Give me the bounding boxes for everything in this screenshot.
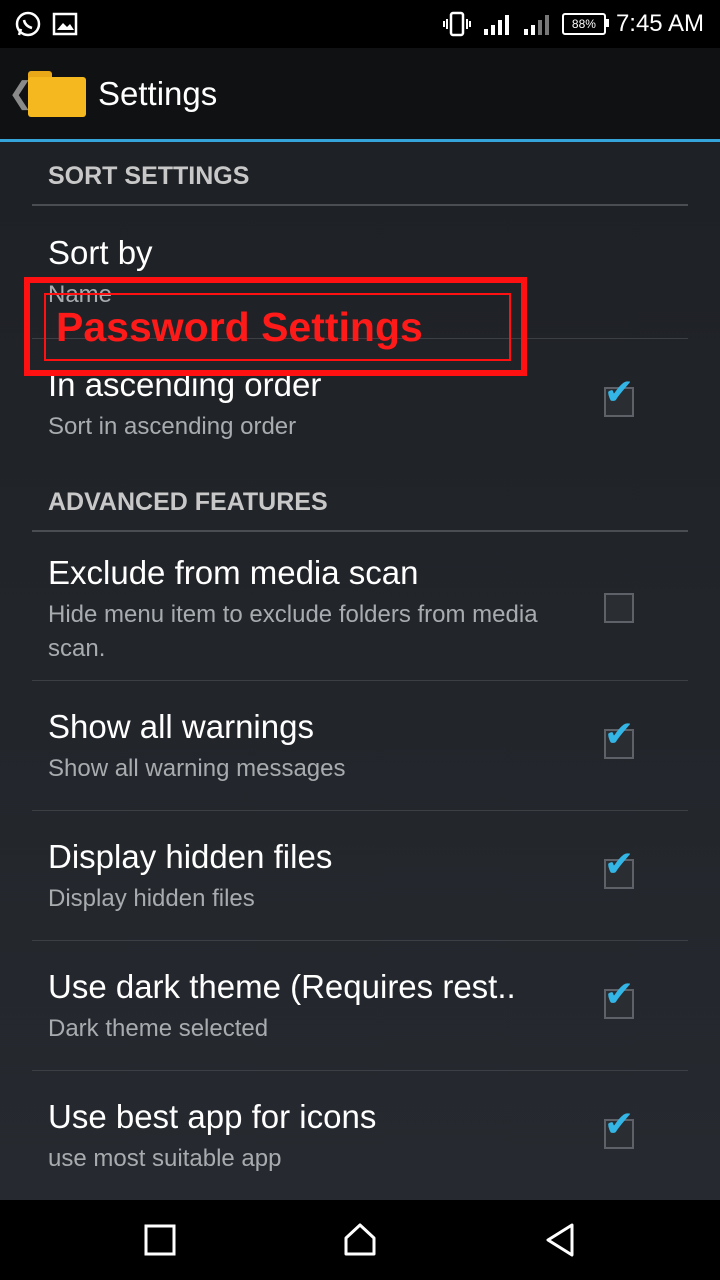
signal-icon xyxy=(483,15,509,35)
vibrate-icon xyxy=(442,11,471,37)
navigation-bar xyxy=(0,1200,720,1280)
checkbox-show-warnings[interactable]: ✔ xyxy=(604,717,634,759)
pref-title: Use best app for icons xyxy=(48,1098,377,1135)
pref-summary: Show all warning messages xyxy=(48,755,346,782)
back-chevron-icon[interactable]: ❮ xyxy=(8,76,33,111)
checkbox-ascending-order[interactable]: ✔ xyxy=(604,375,634,417)
checkmark-icon: ✔ xyxy=(604,1104,635,1145)
pref-ascending-order[interactable]: In ascending order Sort in ascending ord… xyxy=(48,366,568,444)
pref-title: Use dark theme (Requires rest.. xyxy=(48,968,516,1005)
status-bar: 88% 7:45 AM xyxy=(0,0,720,48)
page-title: Settings xyxy=(98,74,218,112)
pref-show-warnings[interactable]: Show all warnings Show all warning messa… xyxy=(48,708,568,786)
pref-summary: Display hidden files xyxy=(48,885,255,912)
section-header-advanced-features: ADVANCED FEATURES xyxy=(48,488,328,516)
pref-title: Sort by xyxy=(48,234,153,271)
section-divider xyxy=(32,204,688,206)
action-bar: ❮ Settings xyxy=(0,48,720,142)
pref-summary: Dark theme selected xyxy=(48,1015,269,1042)
checkmark-icon: ✔ xyxy=(604,844,635,885)
battery-level: 88% xyxy=(571,17,596,31)
clock: 7:45 AM xyxy=(615,10,704,37)
pref-summary: use most suitable app xyxy=(48,1145,282,1172)
pref-title: Show all warnings xyxy=(48,708,314,745)
pref-title: Exclude from media scan xyxy=(48,554,419,591)
home-icon[interactable] xyxy=(340,1220,380,1260)
item-divider xyxy=(32,940,688,941)
settings-list[interactable]: SORT SETTINGS Sort by Name In ascending … xyxy=(0,142,720,1200)
checkmark-icon: ✔ xyxy=(604,974,635,1015)
annotation-label: Password Settings xyxy=(56,304,423,350)
checkmark-icon: ✔ xyxy=(604,372,635,413)
pref-summary: Hide menu item to exclude folders from m… xyxy=(48,601,538,662)
pref-title: Display hidden files xyxy=(48,838,333,875)
whatsapp-icon xyxy=(15,11,41,37)
section-divider xyxy=(32,530,688,532)
signal-icon xyxy=(523,15,549,35)
checkbox-exclude-media-scan[interactable] xyxy=(604,593,634,623)
item-divider xyxy=(32,1070,688,1071)
pref-summary: Sort in ascending order xyxy=(48,413,297,440)
folder-icon[interactable] xyxy=(28,70,86,117)
battery-indicator: 88% xyxy=(561,13,609,35)
back-icon[interactable] xyxy=(540,1220,580,1260)
section-header-sort-settings: SORT SETTINGS xyxy=(48,162,250,190)
pref-best-app-icons[interactable]: Use best app for icons use most suitable… xyxy=(48,1098,568,1176)
pref-hidden-files[interactable]: Display hidden files Display hidden file… xyxy=(48,838,568,916)
recents-icon[interactable] xyxy=(140,1220,180,1260)
pref-dark-theme[interactable]: Use dark theme (Requires rest.. Dark the… xyxy=(48,968,568,1046)
pref-exclude-media-scan[interactable]: Exclude from media scan Hide menu item t… xyxy=(48,554,568,666)
item-divider xyxy=(32,810,688,811)
item-divider xyxy=(32,680,688,681)
checkbox-dark-theme[interactable]: ✔ xyxy=(604,977,634,1019)
image-icon xyxy=(52,12,78,36)
checkbox-best-app-icons[interactable]: ✔ xyxy=(604,1107,634,1149)
checkmark-icon: ✔ xyxy=(604,714,635,755)
checkbox-hidden-files[interactable]: ✔ xyxy=(604,847,634,889)
